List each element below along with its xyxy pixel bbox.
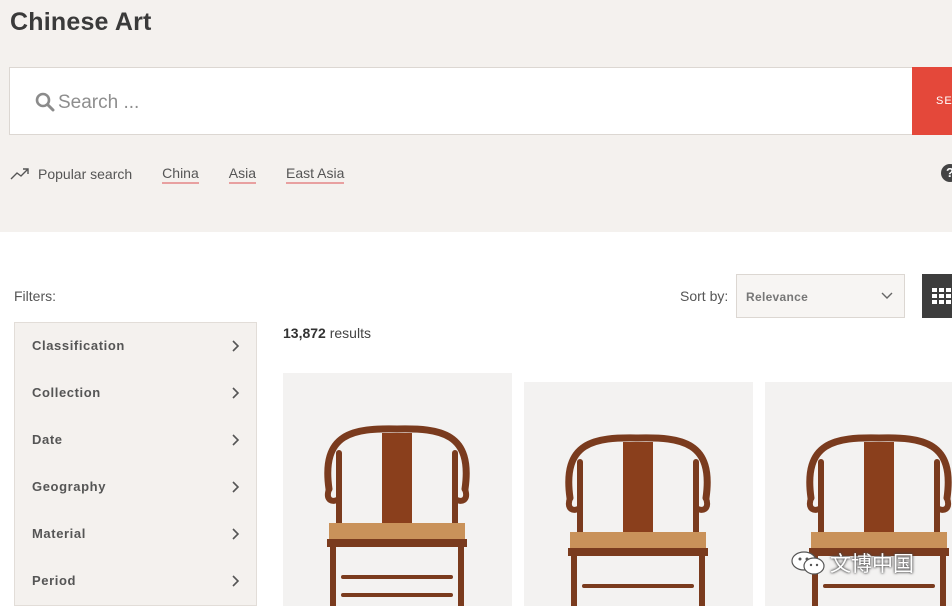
filter-period[interactable]: Period [15,558,256,605]
filters-label: Filters: [14,288,56,304]
watermark-text: 文博中国 [830,552,914,576]
filter-label: Date [32,432,63,447]
filters-panel: Classification Collection Date Geography… [14,322,257,606]
result-card[interactable] [283,373,512,606]
result-card[interactable] [524,382,753,606]
trending-icon [10,168,29,180]
sort-select[interactable]: Relevance [736,274,905,318]
wechat-icon [791,551,825,575]
search-bar [9,67,914,135]
chevron-right-icon [232,575,240,587]
filter-label: Geography [32,479,107,494]
chair-image [324,425,470,606]
chevron-right-icon [232,528,240,540]
popular-search: Popular search China Asia East Asia [10,163,374,185]
chevron-right-icon [232,387,240,399]
filter-collection[interactable]: Collection [15,370,256,417]
filter-date[interactable]: Date [15,417,256,464]
chevron-down-icon [881,292,893,299]
sort-selected-value: Relevance [746,290,809,304]
filter-label: Material [32,526,86,541]
filter-material[interactable]: Material [15,511,256,558]
search-button[interactable]: SEARCH [912,67,952,135]
popular-link-asia[interactable]: Asia [228,165,256,184]
popular-search-label: Popular search [38,166,133,182]
results-count: 13,872 results [283,325,371,341]
chevron-right-icon [232,434,240,446]
search-icon [35,92,55,112]
filter-label: Classification [32,338,125,353]
filter-label: Collection [32,385,101,400]
sort-label: Sort by: [680,288,729,304]
page-title: Chinese Art [10,8,152,36]
filter-classification[interactable]: Classification [15,323,256,370]
grid-view-button[interactable] [922,274,952,318]
watermark: 文博中国 [790,548,914,578]
help-icon[interactable]: ? [941,164,952,182]
chair-image [565,434,711,606]
search-input[interactable] [56,88,880,118]
popular-link-east-asia[interactable]: East Asia [286,165,345,184]
grid-view-icon [932,288,951,304]
filter-geography[interactable]: Geography [15,464,256,511]
results-suffix: results [325,325,371,341]
chevron-right-icon [232,340,240,352]
results-number: 13,872 [283,325,326,341]
popular-link-china[interactable]: China [162,165,199,184]
filter-label: Period [32,573,77,588]
chevron-right-icon [232,481,240,493]
